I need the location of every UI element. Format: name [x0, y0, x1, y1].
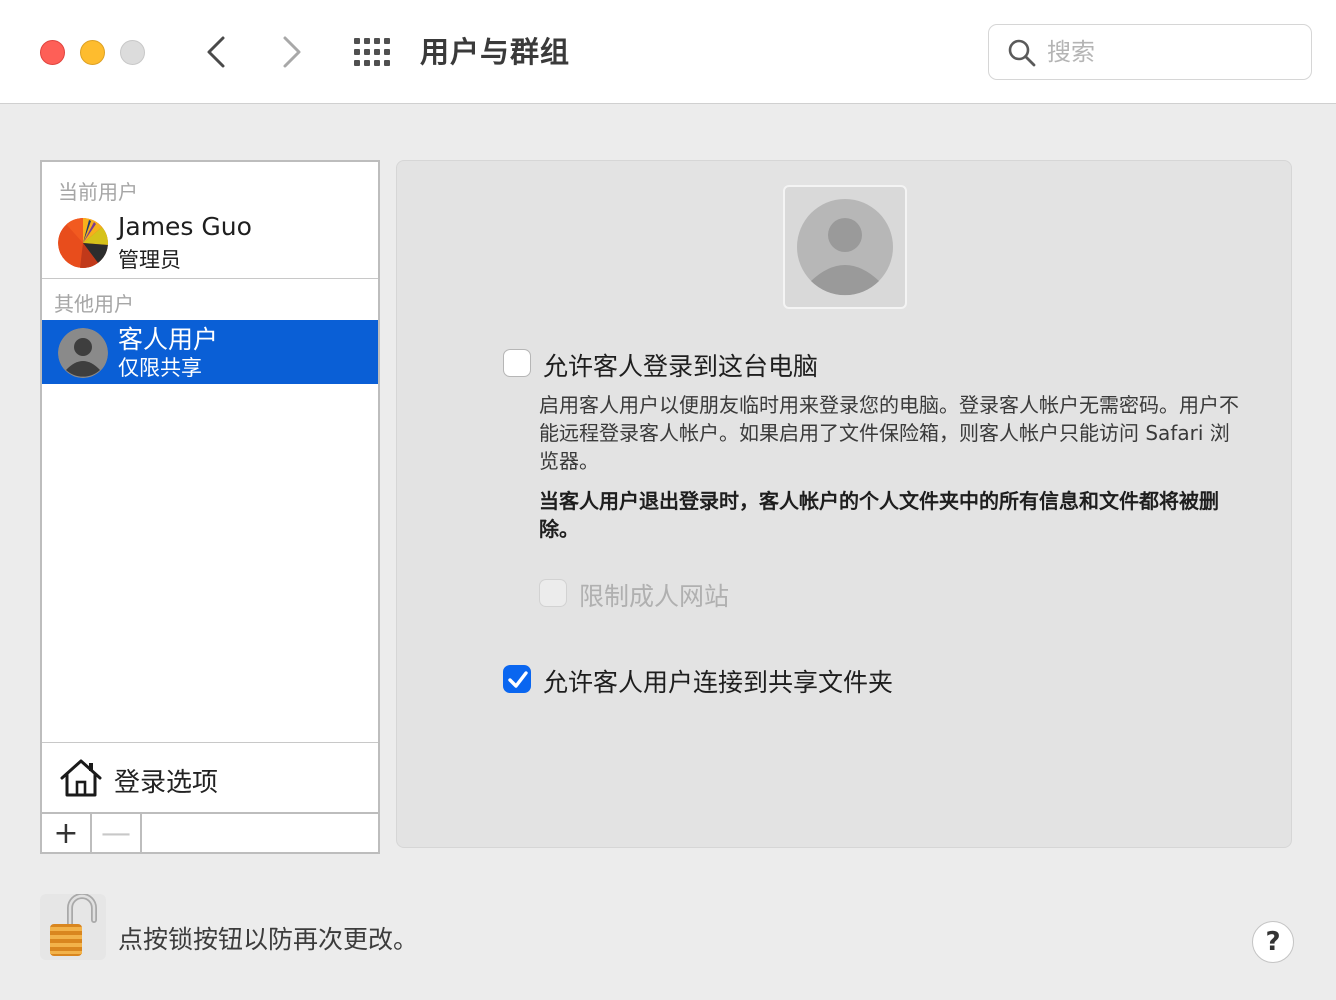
lock-hint-text: 点按锁按钮以防再次更改。	[118, 925, 419, 954]
window-title: 用户与群组	[420, 35, 571, 69]
allow-guest-login-label: 允许客人登录到这台电脑	[543, 352, 819, 381]
checkmark-icon	[508, 671, 528, 688]
unlocked-padlock-icon	[50, 893, 97, 956]
house-icon	[60, 759, 102, 797]
login-options-label: 登录选项	[114, 768, 219, 798]
guest-warning: 当客人用户退出登录时，客人帐户的个人文件夹中的所有信息和文件都将被删除。	[539, 489, 1219, 541]
show-all-grid-button[interactable]	[352, 36, 392, 68]
user-role: 管理员	[118, 248, 181, 272]
user-role: 仅限共享	[118, 356, 202, 380]
user-row-guest[interactable]: 客人用户 仅限共享	[42, 320, 378, 384]
user-name: James Guo	[118, 212, 252, 241]
user-row-james-guo[interactable]: James Guo 管理员	[42, 210, 378, 274]
add-user-button[interactable]: +	[42, 814, 92, 852]
other-users-heading: 其他用户	[54, 292, 134, 316]
forward-button[interactable]	[272, 33, 312, 71]
search-icon	[1008, 39, 1036, 67]
avatar	[58, 218, 108, 268]
remove-user-button[interactable]: —	[92, 814, 142, 852]
help-button[interactable]: ?	[1252, 921, 1294, 963]
section-divider	[42, 278, 378, 279]
limit-adult-sites-label: 限制成人网站	[579, 582, 730, 611]
guest-avatar-icon	[797, 199, 893, 296]
chevron-left-icon	[207, 36, 225, 68]
lock-button[interactable]	[40, 893, 106, 960]
chevron-right-icon	[283, 36, 301, 68]
guest-avatar-icon	[58, 328, 108, 378]
login-options-divider	[42, 742, 378, 743]
search-field[interactable]	[988, 24, 1312, 80]
guest-picture-frame	[783, 185, 907, 309]
user-list-sidebar: 当前用户 James Guo 管理员 其他用户 客人用户 仅限共享 登录选项 +…	[40, 160, 380, 854]
limit-adult-sites-checkbox[interactable]	[539, 579, 567, 607]
search-input[interactable]	[1047, 33, 1297, 71]
login-options-item[interactable]: 登录选项	[42, 744, 378, 812]
close-window-button[interactable]	[40, 40, 65, 65]
toolbar: 用户与群组	[0, 0, 1336, 104]
zoom-window-button[interactable]	[120, 40, 145, 65]
minimize-window-button[interactable]	[80, 40, 105, 65]
guest-settings-panel: 允许客人登录到这台电脑 启用客人用户以便朋友临时用来登录您的电脑。登录客人帐户无…	[396, 160, 1292, 848]
back-button[interactable]	[196, 33, 236, 71]
allow-shared-folders-checkbox[interactable]	[503, 665, 531, 693]
guest-description: 启用客人用户以便朋友临时用来登录您的电脑。登录客人帐户无需密码。用户不能远程登录…	[539, 393, 1239, 473]
user-name: 客人用户	[118, 325, 219, 354]
allow-shared-folders-label: 允许客人用户连接到共享文件夹	[543, 668, 894, 697]
add-remove-bar: + —	[42, 812, 378, 852]
allow-guest-login-checkbox[interactable]	[503, 349, 531, 377]
current-users-heading: 当前用户	[58, 180, 138, 204]
